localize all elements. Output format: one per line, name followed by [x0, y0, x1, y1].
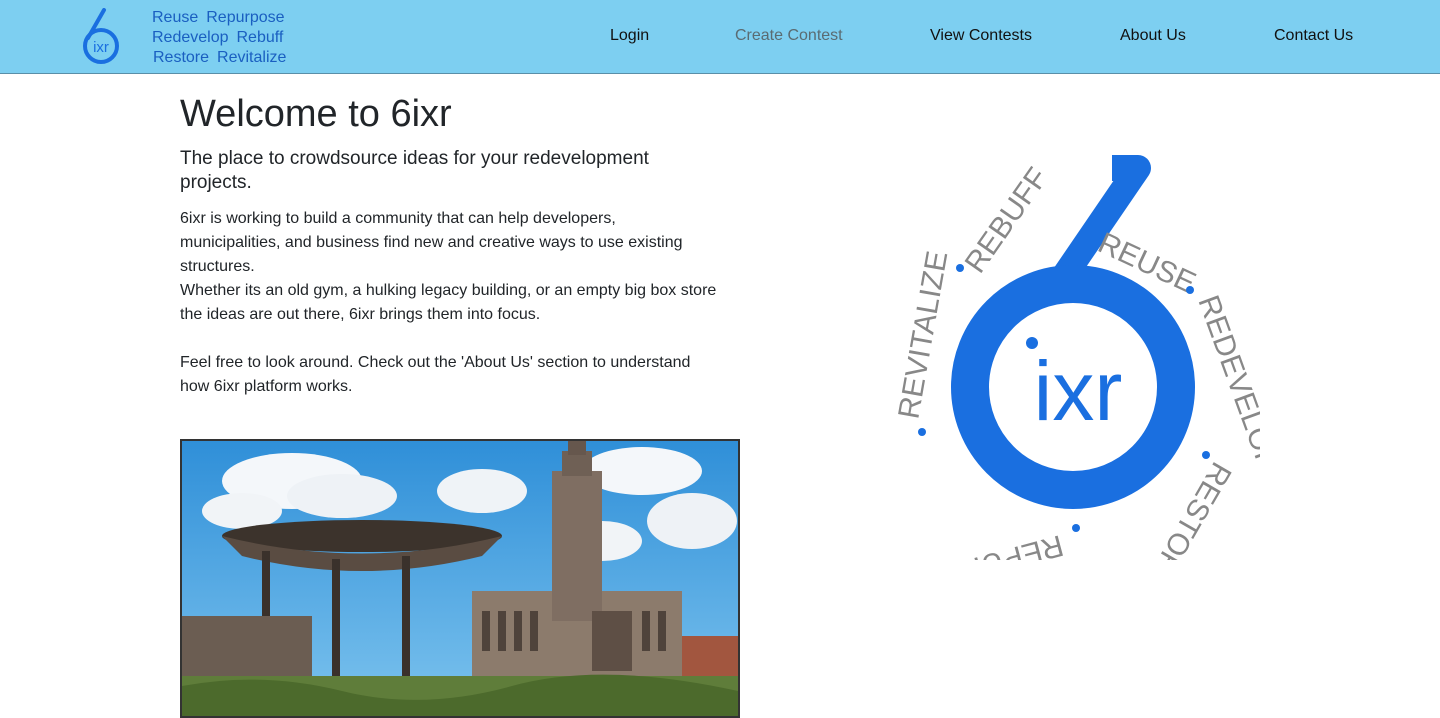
emblem-word-repurpose: REPURPOSE — [880, 528, 1067, 560]
nav-create-contest[interactable]: Create Contest — [735, 27, 843, 45]
intro-paragraph-3: Feel free to look around. Check out the … — [180, 354, 691, 395]
page-title: Welcome to 6ixr — [180, 93, 452, 135]
navbar: ixr Reuse Repurpose Redevelop Rebuff Resto… — [0, 0, 1440, 74]
brand-logo-text: ixr — [93, 39, 109, 56]
6ixr-emblem: ixr REUSE REDEVELOP RESTORE REPURPOSE RE… — [880, 155, 1260, 560]
brand-logo[interactable]: ixr — [80, 8, 122, 66]
tagline-word-repurpose: Repurpose — [206, 9, 285, 26]
intro-paragraph-1: 6ixr is working to build a community tha… — [180, 210, 683, 275]
tagline-word-revitalize: Revitalize — [217, 49, 287, 66]
emblem-word-redevelop: REDEVELOP — [1191, 291, 1260, 475]
intro-paragraph-2: Whether its an old gym, a hulking legacy… — [180, 282, 717, 323]
nav-login[interactable]: Login — [610, 27, 649, 45]
tagline-word-reuse: Reuse — [152, 9, 199, 26]
train-station-illustration — [182, 441, 738, 716]
emblem-center-text: ixr — [1034, 344, 1123, 438]
brand-tagline: Reuse Repurpose Redevelop Rebuff Restore Re… — [152, 8, 294, 68]
nav-view-contests[interactable]: View Contests — [930, 27, 1032, 45]
emblem-word-rebuff: REBUFF — [959, 162, 1055, 279]
hero-photo — [180, 439, 740, 718]
emblem-word-revitalize: REVITALIZE — [892, 249, 954, 422]
tagline-word-rebuff: Rebuff — [236, 29, 284, 46]
nav-about-us[interactable]: About Us — [1120, 27, 1186, 45]
tagline-word-restore: Restore — [153, 49, 210, 66]
intro-text: 6ixr is working to build a community tha… — [180, 207, 720, 399]
tagline-word-redevelop: Redevelop — [152, 29, 229, 46]
nav-contact-us[interactable]: Contact Us — [1274, 27, 1353, 45]
page-lead: The place to crowdsource ideas for your … — [180, 148, 649, 193]
